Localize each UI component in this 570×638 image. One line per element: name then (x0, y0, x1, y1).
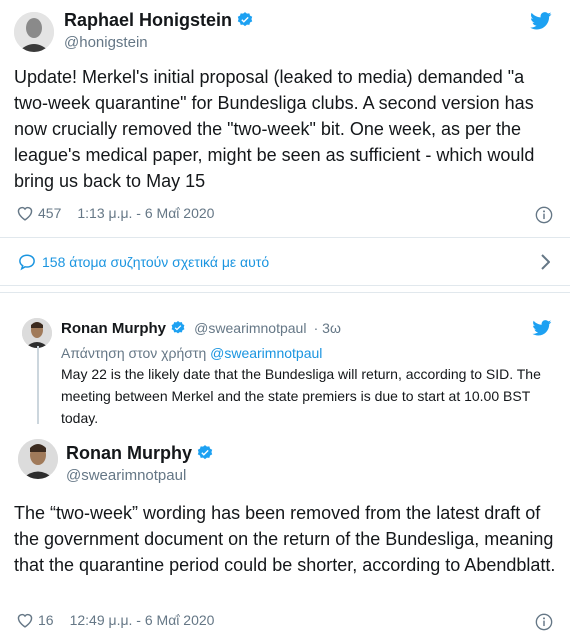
reply-prefix: Απάντηση στον χρήστη (61, 345, 207, 361)
heart-icon[interactable] (16, 612, 34, 628)
like-count[interactable]: 457 (38, 205, 61, 221)
twitter-bird-icon[interactable] (532, 320, 552, 336)
discussion-link[interactable]: 158 άτομα συζητούν σχετικά με αυτό (0, 237, 570, 285)
tweet-meta: 16 12:49 μ.μ. - 6 Μαΐ 2020 (16, 612, 214, 628)
verified-badge-icon (197, 445, 213, 460)
chevron-right-icon (541, 254, 550, 270)
tweet-text: Update! Merkel's initial proposal (leake… (14, 67, 535, 191)
info-icon[interactable] (535, 206, 553, 224)
timestamp[interactable]: 1:13 μ.μ. - 6 Μαΐ 2020 (77, 205, 214, 221)
speech-bubble-icon (19, 253, 35, 270)
parent-avatar[interactable] (22, 318, 52, 348)
parent-author-handle[interactable]: @swearimnotpaul (194, 320, 306, 336)
parent-author-name[interactable]: Ronan Murphy @swearimnotpaul · 3ω (61, 320, 341, 337)
heart-icon[interactable] (16, 205, 34, 221)
author-handle[interactable]: @honigstein (64, 34, 148, 51)
verified-badge-icon (237, 12, 253, 27)
thread-line (37, 346, 39, 424)
tweet-card-honigstein: Raphael Honigstein @honigstein Update! M… (0, 0, 570, 286)
parent-tweet-text: May 22 is the likely date that the Bunde… (61, 366, 541, 426)
info-icon[interactable] (535, 613, 553, 631)
parent-age[interactable]: · 3ω (314, 320, 341, 336)
avatar[interactable] (14, 12, 54, 52)
like-count[interactable]: 16 (38, 612, 54, 628)
timestamp[interactable]: 12:49 μ.μ. - 6 Μαΐ 2020 (70, 612, 215, 628)
tweet-text: The “two-week” wording has been removed … (14, 503, 556, 575)
reply-context: Απάντηση στον χρήστη @swearimnotpaul (61, 345, 322, 361)
twitter-bird-icon[interactable] (530, 12, 552, 30)
author-name[interactable]: Raphael Honigstein (64, 10, 254, 31)
avatar[interactable] (18, 439, 58, 479)
author-name[interactable]: Ronan Murphy (66, 443, 214, 464)
tweet-meta: 457 1:13 μ.μ. - 6 Μαΐ 2020 (16, 205, 214, 221)
author-handle[interactable]: @swearimnotpaul (66, 467, 186, 484)
discussion-label: 158 άτομα συζητούν σχετικά με αυτό (42, 253, 270, 270)
verified-badge-icon (171, 321, 185, 334)
reply-to-link[interactable]: @swearimnotpaul (210, 345, 322, 361)
tweet-card-murphy: Ronan Murphy @swearimnotpaul · 3ω Απάντη… (0, 292, 570, 638)
